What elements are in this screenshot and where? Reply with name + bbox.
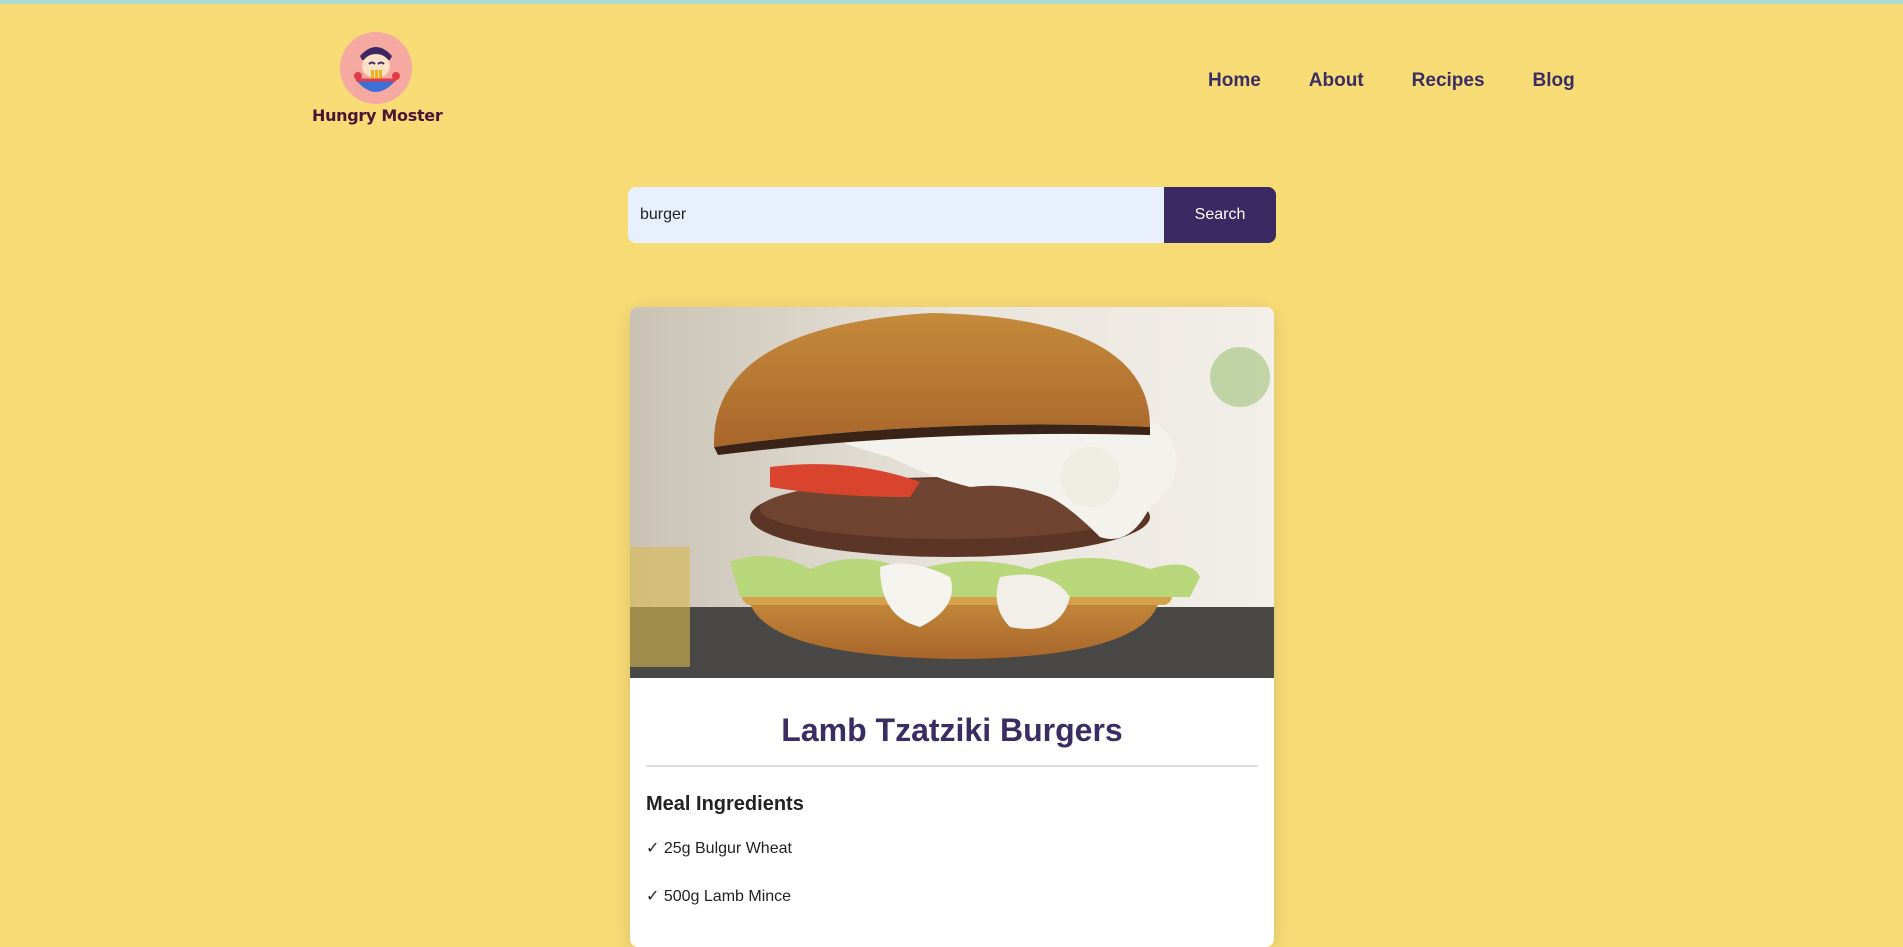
brand-logo[interactable]: Hungry Moster	[312, 32, 443, 125]
site-header: Hungry Moster Home About Recipes Blog	[0, 4, 1903, 134]
meal-image	[630, 307, 1274, 678]
search-form: Search	[628, 187, 1276, 243]
nav-blog[interactable]: Blog	[1533, 70, 1575, 92]
nav-recipes[interactable]: Recipes	[1412, 70, 1485, 92]
chef-eating-noodles-icon	[340, 32, 412, 104]
nav-home[interactable]: Home	[1208, 70, 1261, 92]
search-input[interactable]	[628, 187, 1164, 243]
ingredient-item: ✓ 500g Lamb Mince	[646, 888, 792, 905]
meal-details: Lamb Tzatziki Burgers Meal Ingredients ✓…	[630, 678, 1274, 934]
main-nav: Home About Recipes Blog	[1208, 70, 1623, 92]
brand-name: Hungry Moster	[312, 106, 443, 125]
search-button[interactable]: Search	[1164, 187, 1276, 243]
nav-about[interactable]: About	[1309, 70, 1364, 92]
meal-card: Lamb Tzatziki Burgers Meal Ingredients ✓…	[630, 307, 1274, 947]
meal-title: Lamb Tzatziki Burgers	[646, 678, 1258, 767]
ingredients-list: ✓ 25g Bulgur Wheat ✓ 500g Lamb Mince	[646, 838, 1258, 934]
ingredients-heading: Meal Ingredients	[646, 793, 804, 815]
ingredient-item: ✓ 25g Bulgur Wheat	[646, 840, 792, 857]
